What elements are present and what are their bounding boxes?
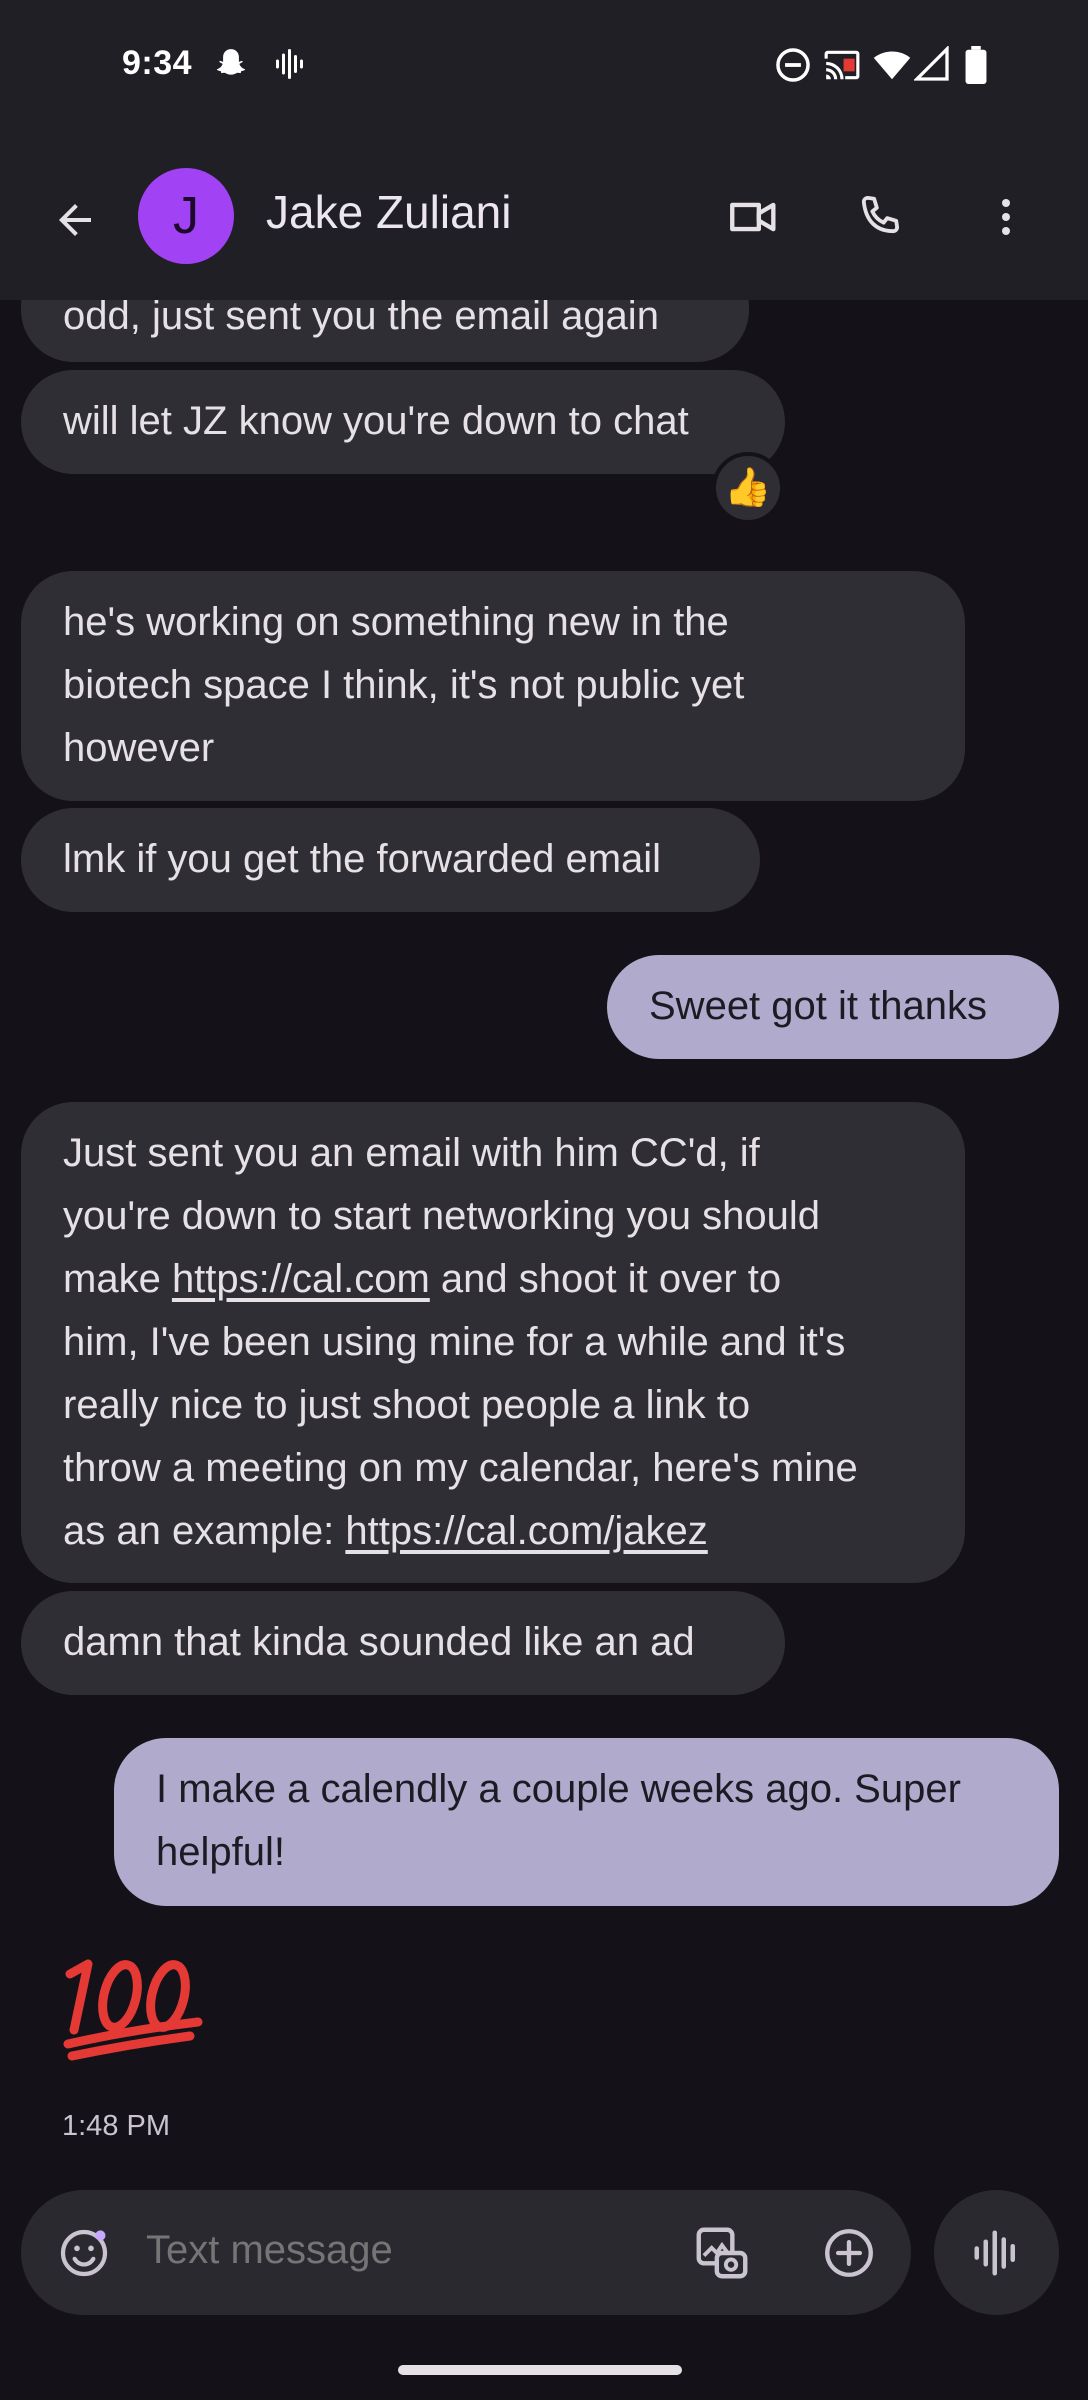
avatar-initial: J bbox=[173, 187, 199, 245]
incoming-message[interactable]: odd, just sent you the email again bbox=[21, 300, 749, 362]
attach-more-button[interactable] bbox=[816, 2220, 882, 2286]
phone-icon bbox=[861, 195, 900, 234]
status-bar: 9:34 bbox=[0, 0, 1088, 135]
do-not-disturb-icon bbox=[774, 46, 812, 89]
back-button[interactable] bbox=[40, 185, 110, 255]
cast-icon bbox=[822, 46, 862, 89]
battery-icon bbox=[964, 46, 988, 89]
image-camera-icon bbox=[696, 2227, 748, 2279]
incoming-message[interactable]: will let JZ know you're down to chat bbox=[21, 370, 785, 474]
avatar[interactable]: J bbox=[138, 168, 234, 264]
compose-bar bbox=[21, 2190, 911, 2315]
message-text: odd, just sent you the email again bbox=[63, 300, 659, 338]
message-text-line: he's working on something new in the bbox=[63, 600, 729, 644]
message-text-line: really nice to just shoot people a link … bbox=[63, 1383, 751, 1427]
incoming-message[interactable]: damn that kinda sounded like an ad bbox=[21, 1591, 785, 1695]
message-text-line: biotech space I think, it's not public y… bbox=[63, 663, 745, 707]
message-input[interactable] bbox=[146, 2228, 686, 2273]
more-vert-icon bbox=[1002, 199, 1010, 235]
message-text-line: however bbox=[63, 726, 215, 770]
message-text: lmk if you get the forwarded email bbox=[63, 837, 662, 881]
contact-name[interactable]: Jake Zuliani bbox=[266, 185, 511, 239]
message-timestamp: 1:48 PM bbox=[62, 2110, 170, 2142]
message-text: as an example: bbox=[63, 1509, 346, 1553]
phone-call-button[interactable] bbox=[840, 177, 920, 257]
message-text-line: I make a calendly a couple weeks ago. Su… bbox=[156, 1767, 961, 1811]
message-text-line: make https://cal.com and shoot it over t… bbox=[63, 1248, 923, 1311]
status-time: 9:34 bbox=[122, 44, 193, 82]
cal-link[interactable]: https://cal.com bbox=[172, 1257, 430, 1301]
video-camera-icon bbox=[730, 202, 776, 232]
voice-waveform-icon bbox=[974, 2230, 1015, 2275]
reaction-badge[interactable]: 👍 bbox=[712, 452, 784, 524]
audio-wave-icon bbox=[270, 46, 306, 87]
thumbs-up-icon: 👍 bbox=[724, 467, 772, 509]
message-text-line: Just sent you an email with him CC'd, if bbox=[63, 1131, 760, 1175]
gallery-button[interactable] bbox=[689, 2220, 755, 2286]
conversation-header: J Jake Zuliani bbox=[0, 135, 1088, 300]
emoji-picker-button[interactable] bbox=[51, 2220, 117, 2286]
hundred-points-icon bbox=[63, 1959, 203, 2061]
incoming-message[interactable]: he's working on something new in the bio… bbox=[21, 571, 965, 801]
message-text-line: helpful! bbox=[156, 1830, 285, 1874]
message-text: and shoot it over to bbox=[429, 1257, 782, 1301]
message-text: Sweet got it thanks bbox=[649, 984, 987, 1028]
hundred-points-emoji[interactable]: 100 bbox=[60, 1952, 210, 2062]
outgoing-message[interactable]: Sweet got it thanks bbox=[607, 955, 1059, 1059]
cell-signal-icon bbox=[913, 45, 950, 87]
wifi-icon bbox=[872, 46, 912, 89]
add-circle-icon bbox=[825, 2229, 873, 2277]
emoji-smile-icon bbox=[60, 2229, 108, 2277]
message-text-line: you're down to start networking you shou… bbox=[63, 1194, 820, 1238]
message-text: will let JZ know you're down to chat bbox=[63, 399, 689, 443]
message-text: damn that kinda sounded like an ad bbox=[63, 1620, 695, 1664]
home-indicator[interactable] bbox=[398, 2365, 682, 2375]
more-options-button[interactable] bbox=[966, 177, 1046, 257]
message-thread[interactable]: odd, just sent you the email again will … bbox=[0, 300, 1088, 2180]
cal-jakez-link[interactable]: https://cal.com/jakez bbox=[345, 1509, 707, 1553]
outgoing-message[interactable]: I make a calendly a couple weeks ago. Su… bbox=[114, 1738, 1059, 1906]
video-call-button[interactable] bbox=[714, 177, 794, 257]
voice-message-button[interactable] bbox=[934, 2190, 1059, 2315]
snapchat-notification-icon bbox=[212, 46, 250, 89]
incoming-message[interactable]: Just sent you an email with him CC'd, if… bbox=[21, 1102, 965, 1583]
message-text-line: him, I've been using mine for a while an… bbox=[63, 1320, 846, 1364]
back-arrow-icon bbox=[59, 204, 91, 236]
incoming-message[interactable]: lmk if you get the forwarded email bbox=[21, 808, 760, 912]
message-text: make bbox=[63, 1257, 172, 1301]
message-text-line: as an example: https://cal.com/jakez bbox=[63, 1500, 923, 1563]
message-text-line: throw a meeting on my calendar, here's m… bbox=[63, 1446, 858, 1490]
